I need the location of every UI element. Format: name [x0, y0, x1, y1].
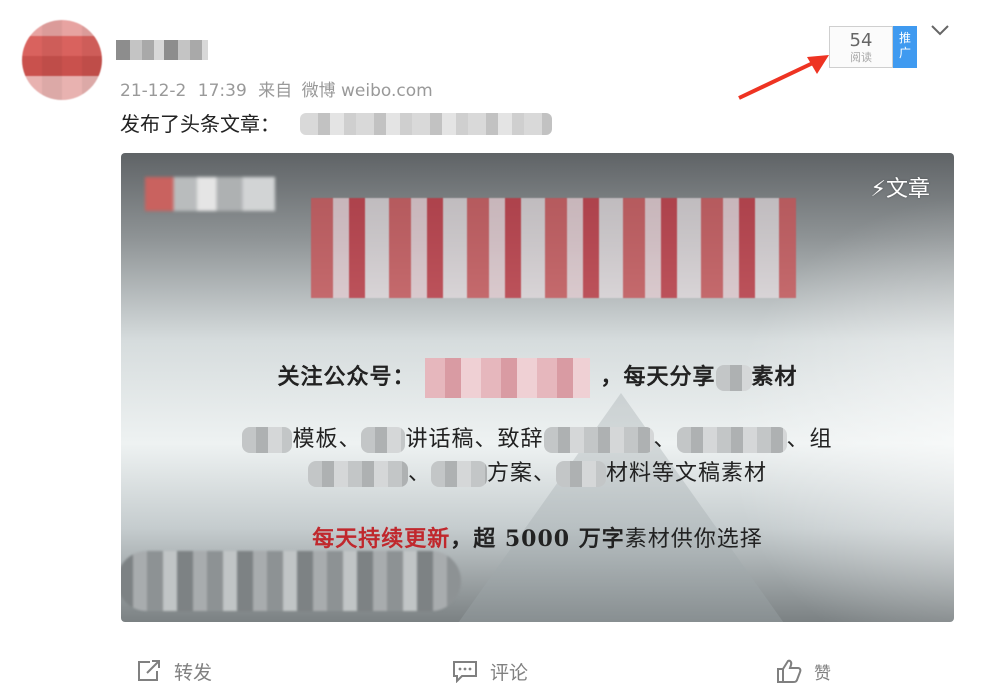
annotation-arrow-icon [738, 55, 829, 100]
chevron-down-icon[interactable] [930, 22, 950, 38]
account-name-redacted [425, 358, 591, 398]
redacted-word [430, 461, 487, 487]
comment-label: 评论 [490, 661, 529, 684]
repost-label: 转发 [174, 661, 213, 684]
card-line-4: 每天持续更新，超 5000 万字素材供你选择 [121, 521, 954, 553]
line3-a: 、 [407, 461, 431, 486]
read-count-box: 54 阅读 [829, 26, 893, 68]
read-count: 54 [849, 30, 873, 51]
redacted-word [361, 427, 406, 453]
line4-rest: ，超 5000 万字 [450, 526, 625, 552]
promote-label: 推广 [899, 31, 912, 60]
repost-button[interactable]: 转发 [136, 656, 212, 686]
line1-prefix: 关注公众号： [277, 364, 416, 390]
article-title-link-redacted[interactable] [300, 113, 552, 135]
thumbs-up-icon [777, 659, 802, 683]
post-text: 发布了头条文章： [120, 112, 280, 136]
like-button[interactable]: 赞 [776, 656, 831, 686]
line1-suffix: ，每天分享 [600, 364, 716, 390]
line4-end: 素材供你选择 [624, 527, 763, 552]
card-line-3: 、 方案、 材料等文稿素材 [121, 455, 954, 487]
promote-button[interactable]: 推广 [893, 26, 917, 68]
article-tag: ⚡文章 [870, 177, 930, 202]
source-prefix: 来自 [258, 81, 293, 101]
comment-button[interactable]: 评论 [452, 656, 528, 686]
post-meta: 21-12-2 17:39 来自 微博 weibo.com [120, 76, 433, 101]
redacted-word [676, 427, 787, 453]
card-footer-redacted [121, 551, 461, 611]
post-time[interactable]: 17:39 [198, 81, 247, 101]
redacted-word [715, 365, 752, 391]
post-date[interactable]: 21-12-2 [120, 81, 186, 101]
line1-end: 素材 [751, 364, 798, 390]
redacted-word [556, 461, 606, 487]
avatar[interactable] [22, 20, 102, 100]
line3-c: 材料等文稿素材 [606, 461, 768, 486]
line2-b: 讲话稿、致辞 [405, 427, 544, 452]
line4-red: 每天持续更新 [312, 526, 451, 552]
source-link[interactable]: 微博 weibo.com [302, 81, 433, 101]
redacted-word [543, 427, 654, 453]
card-line-1: 关注公众号： ，每天分享 素材 [121, 358, 954, 398]
redacted-word [242, 427, 293, 453]
username-redacted[interactable] [116, 40, 208, 60]
line3-b: 方案、 [486, 461, 556, 486]
card-headline-redacted [311, 198, 796, 298]
repost-icon [138, 660, 160, 681]
card-line-2: 模板、 讲话稿、致辞 、 、组 [121, 421, 954, 453]
comment-icon [453, 661, 477, 683]
read-label: 阅读 [850, 51, 872, 64]
line2-c: 、 [653, 427, 677, 452]
article-card[interactable]: ⚡文章 关注公众号： ，每天分享 素材 模板、 讲话稿、致辞、、组 、方案、 材料等文稿… [121, 153, 954, 622]
line2-a: 模板、 [292, 427, 362, 452]
weibo-post-card: 21-12-2 17:39 来自 微博 weibo.com 发布了头条文章： 5… [0, 0, 983, 700]
line2-d: 、组 [786, 427, 833, 452]
like-label: 赞 [814, 663, 831, 684]
card-logo-redacted [145, 177, 275, 211]
redacted-word [307, 461, 408, 487]
